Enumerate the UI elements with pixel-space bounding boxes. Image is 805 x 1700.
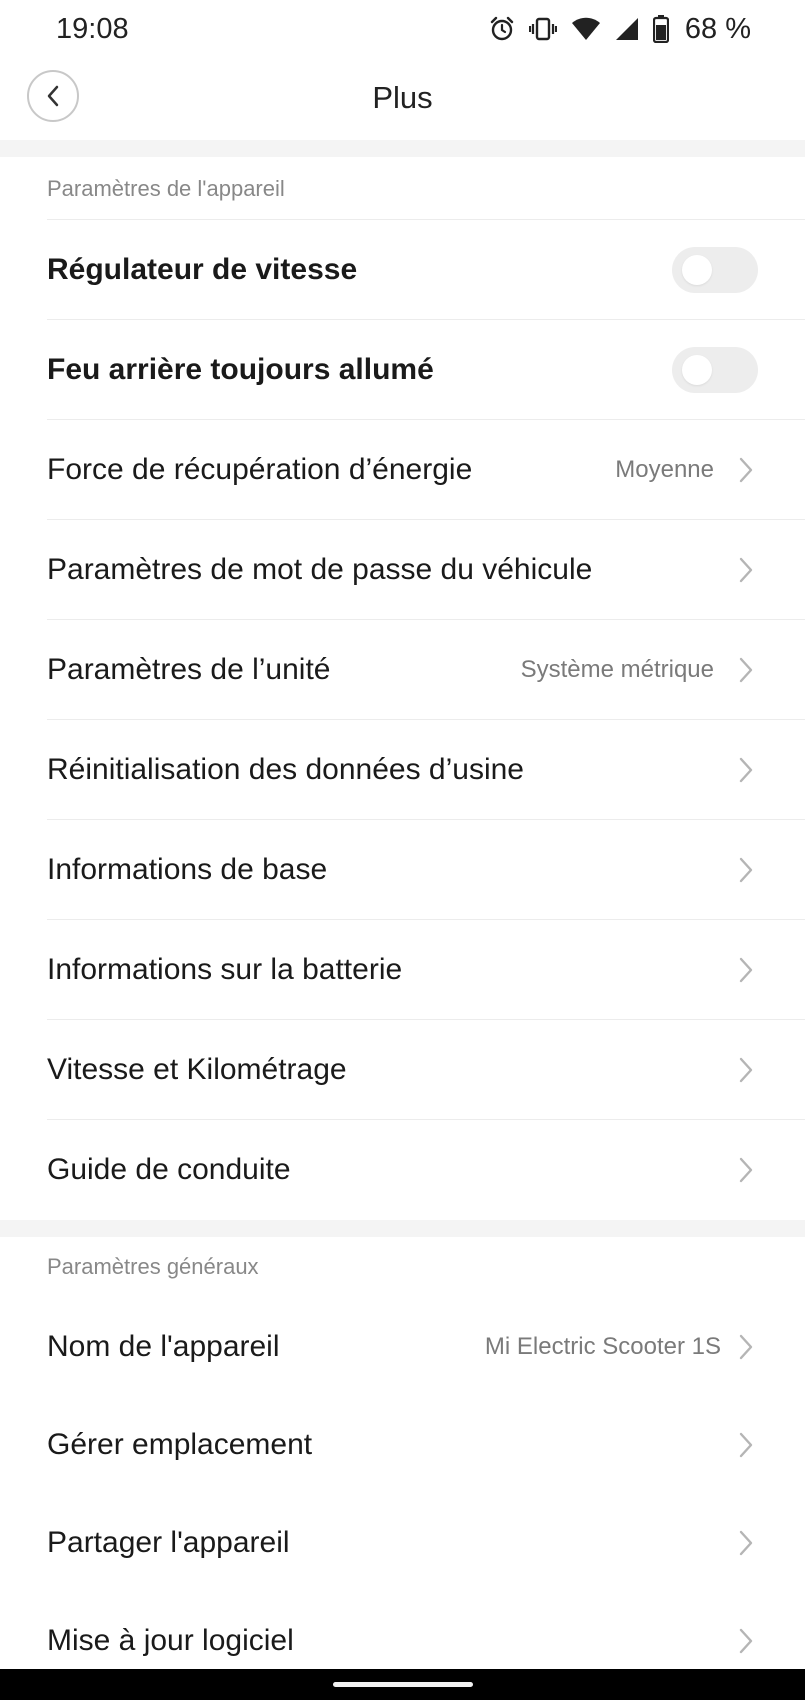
chevron-right-icon (739, 957, 753, 982)
chevron-right-icon (739, 1157, 753, 1183)
tail-light-toggle[interactable] (672, 346, 758, 393)
toggle-knob (682, 354, 712, 385)
password-label: Paramètres de mot de passe du véhicule (47, 552, 593, 586)
riding-guide-row[interactable]: Guide de conduite (47, 1120, 805, 1220)
device-name-value: Mi Electric Scooter 1S (484, 1333, 721, 1360)
vibrate-icon (528, 16, 557, 42)
battery-info-label: Informations sur la batterie (47, 952, 403, 986)
status-icons: 68 % (489, 10, 751, 48)
section-divider (0, 1220, 805, 1237)
password-row[interactable]: Paramètres de mot de passe du véhicule (47, 520, 805, 620)
status-bar: 19:08 68 % (0, 0, 805, 58)
riding-guide-label: Guide de conduite (47, 1153, 291, 1186)
cruise-control-row: Régulateur de vitesse (47, 220, 805, 320)
header: Plus (0, 58, 805, 140)
navigation-bar (0, 1669, 805, 1700)
page-title: Plus (372, 80, 433, 115)
wifi-icon (571, 17, 601, 41)
toggle-knob (682, 254, 712, 285)
manage-location-row[interactable]: Gérer emplacement (47, 1396, 805, 1494)
chevron-right-icon (739, 457, 753, 482)
cruise-control-toggle[interactable] (672, 246, 758, 293)
basic-info-label: Informations de base (47, 852, 328, 886)
energy-recovery-label: Force de récupération d’énergie (47, 452, 473, 486)
battery-icon (652, 15, 669, 43)
chevron-right-icon (739, 1432, 753, 1458)
section-divider (0, 140, 805, 157)
energy-recovery-value: Moyenne (615, 455, 714, 483)
speed-mileage-label: Vitesse et Kilométrage (47, 1052, 347, 1086)
device-name-label: Nom de l'appareil (47, 1330, 280, 1363)
unit-label: Paramètres de l’unité (47, 652, 331, 686)
device-name-row[interactable]: Nom de l'appareil Mi Electric Scooter 1S (47, 1298, 805, 1396)
signal-icon (615, 17, 639, 41)
share-device-label: Partager l'appareil (47, 1526, 290, 1559)
chevron-right-icon (739, 757, 753, 782)
unit-value: Système métrique (520, 655, 714, 683)
home-gesture-handle[interactable] (333, 1682, 473, 1687)
unit-row[interactable]: Paramètres de l’unité Système métrique (47, 620, 805, 720)
chevron-right-icon (739, 1628, 753, 1654)
status-time: 19:08 (56, 13, 129, 45)
general-section-title: Paramètres généraux (47, 1254, 259, 1279)
energy-recovery-row[interactable]: Force de récupération d’énergie Moyenne (47, 420, 805, 520)
basic-info-row[interactable]: Informations de base (47, 820, 805, 920)
device-section-title: Paramètres de l'appareil (47, 176, 285, 201)
firmware-update-label: Mise à jour logiciel (47, 1624, 294, 1657)
tail-light-label: Feu arrière toujours allumé (47, 352, 434, 386)
speed-mileage-row[interactable]: Vitesse et Kilométrage (47, 1020, 805, 1120)
battery-percent: 68 % (684, 12, 751, 45)
chevron-right-icon (739, 1334, 753, 1360)
factory-reset-label: Réinitialisation des données d’usine (47, 752, 524, 786)
battery-info-row[interactable]: Informations sur la batterie (47, 920, 805, 1020)
cruise-control-label: Régulateur de vitesse (47, 252, 358, 286)
factory-reset-row[interactable]: Réinitialisation des données d’usine (47, 720, 805, 820)
chevron-right-icon (739, 657, 753, 682)
tail-light-row: Feu arrière toujours allumé (47, 320, 805, 420)
chevron-right-icon (739, 557, 753, 582)
share-device-row[interactable]: Partager l'appareil (47, 1494, 805, 1592)
chevron-right-icon (739, 1530, 753, 1556)
manage-location-label: Gérer emplacement (47, 1428, 313, 1461)
chevron-right-icon (739, 857, 753, 882)
alarm-icon (489, 16, 515, 42)
chevron-right-icon (739, 1057, 753, 1082)
